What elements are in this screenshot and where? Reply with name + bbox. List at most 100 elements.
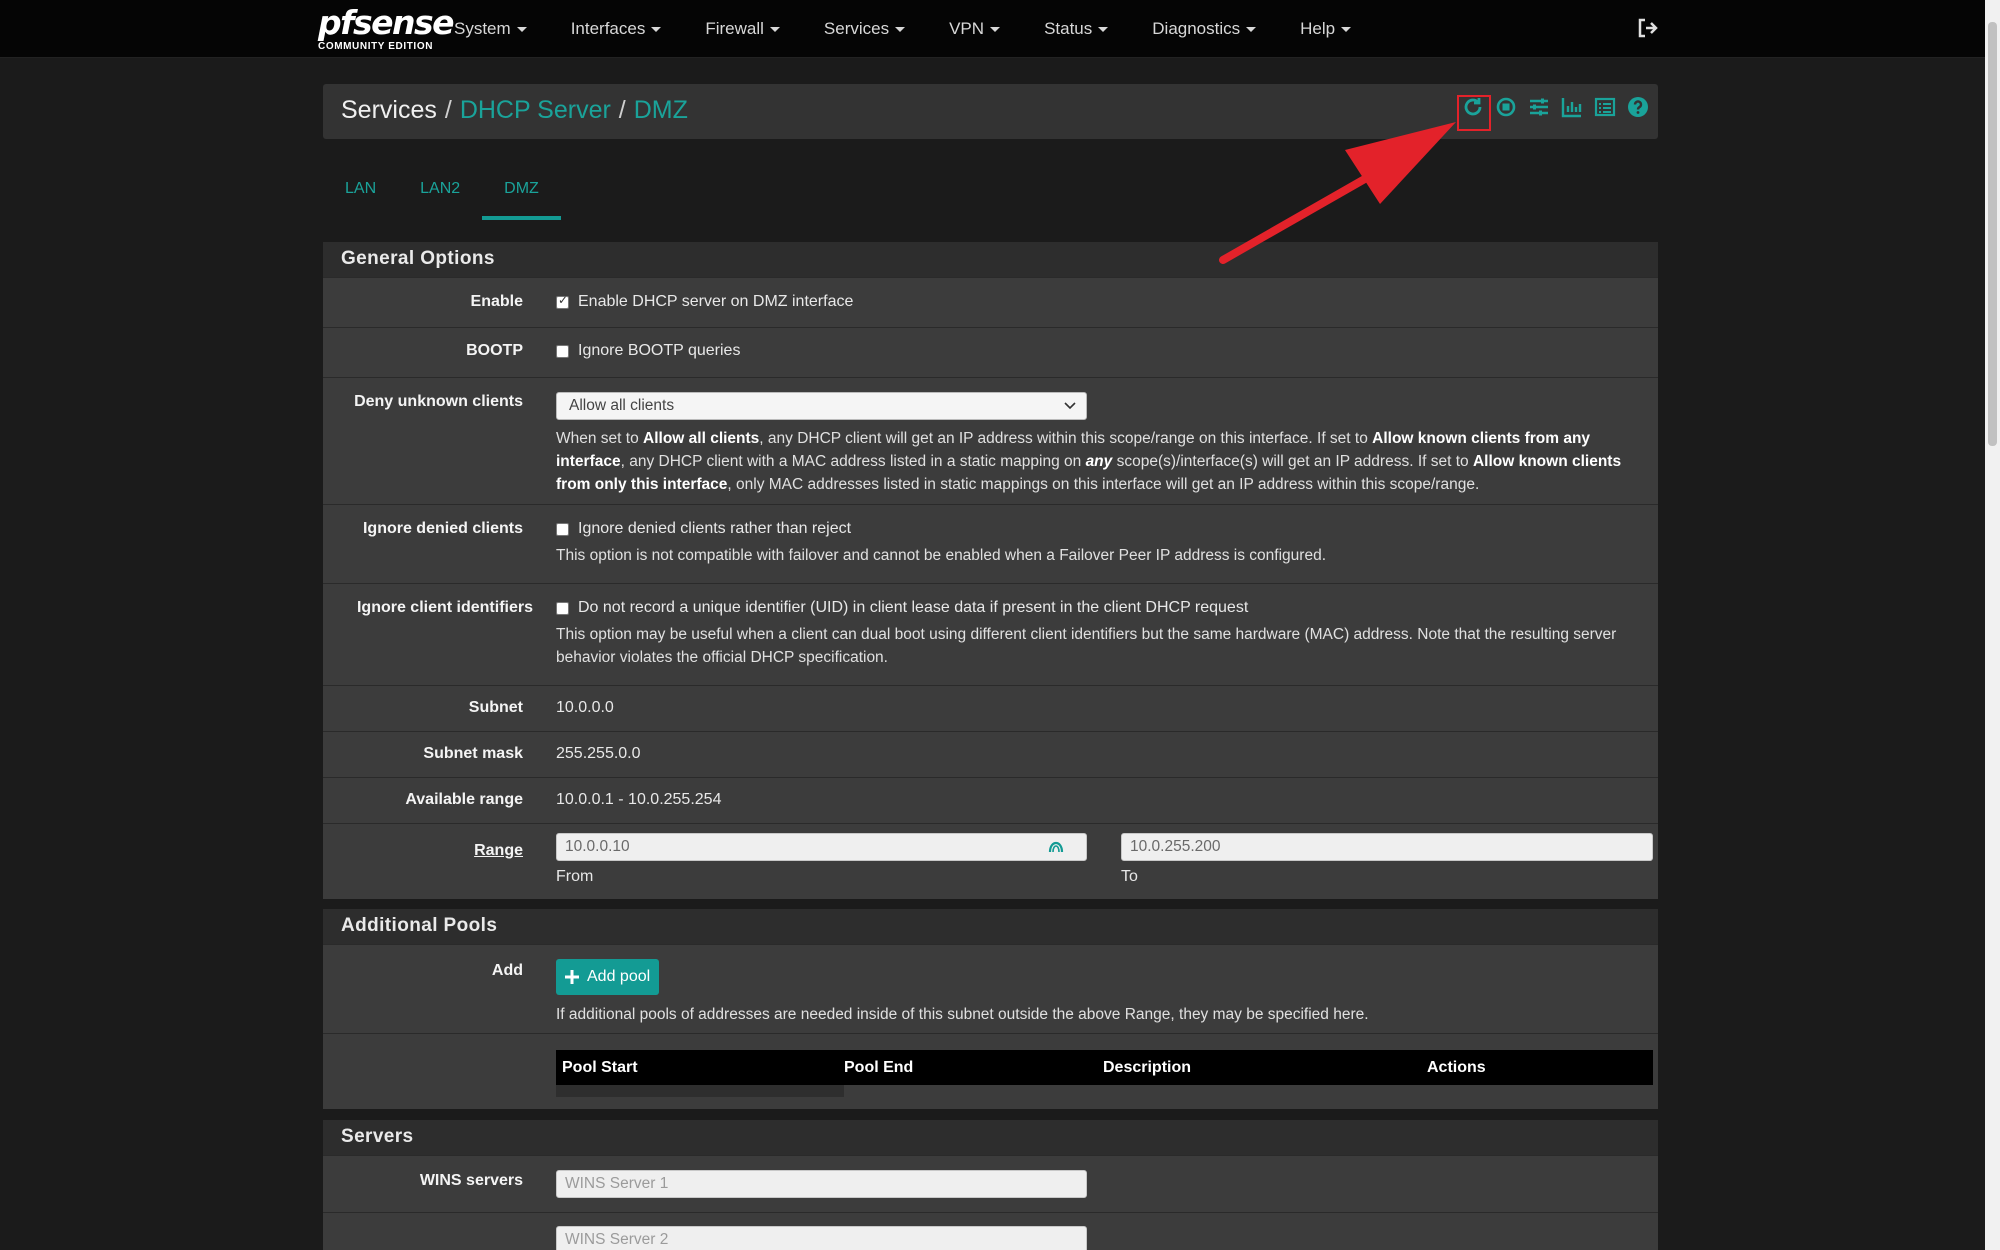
breadcrumb-dhcp-server[interactable]: DHCP Server [460,96,611,125]
sign-out-icon[interactable] [1636,16,1660,40]
sliders-icon[interactable] [1527,95,1551,119]
range-to-input[interactable]: 10.0.255.200 [1121,833,1653,861]
row-wins-2: WINS Server 2 [323,1212,1658,1250]
ignore-denied-checkbox[interactable] [556,522,569,536]
row-ignore-uid: Ignore client identifiers Do not record … [323,583,1658,685]
tab-lan2[interactable]: LAN2 [398,168,482,220]
row-enable: Enable Enable DHCP server on DMZ interfa… [323,277,1658,327]
col-actions: Actions [1427,1058,1486,1076]
enable-checkbox[interactable] [556,293,569,309]
row-pool-table: Pool Start Pool End Description Actions [323,1033,1658,1109]
main-menu: System Interfaces Firewall Services VPN … [454,0,1395,58]
log-list-icon[interactable] [1593,95,1617,119]
ignore-denied-checkbox-text: Ignore denied clients rather than reject [578,520,852,537]
scrollbar-thumb[interactable] [1988,22,1997,446]
pool-table-header: Pool Start Pool End Description Actions [556,1050,1653,1085]
pool-table: Pool Start Pool End Description Actions [556,1050,1653,1097]
wins-server-2-placeholder: WINS Server 2 [565,1231,669,1248]
caret-down-icon [1246,26,1257,32]
chevron-down-icon [1064,402,1076,410]
wins-server-1-input[interactable]: WINS Server 1 [556,1170,1087,1198]
wins1-control: WINS Server 1 [556,1170,1087,1198]
range-to-label: To [1121,868,1138,885]
page-scrollbar[interactable] [1985,0,2000,1250]
caret-down-icon [651,26,662,32]
row-bootp: BOOTP Ignore BOOTP queries [323,327,1658,377]
bootp-checkbox[interactable] [556,344,569,358]
nav-firewall[interactable]: Firewall [705,19,780,39]
deny-unknown-select[interactable]: Allow all clients [556,392,1087,420]
nav-vpn[interactable]: VPN [949,19,1001,39]
breadcrumb-separator: / [618,96,626,124]
deny-unknown-help: When set to Allow all clients, any DHCP … [556,430,1622,493]
tab-lan[interactable]: LAN [323,168,398,220]
bootp-checkbox-group: Ignore BOOTP queries [556,342,740,360]
autofill-key-icon[interactable] [1048,840,1064,854]
bootp-label: BOOTP [466,342,523,359]
deny-unknown-control: Allow all clients When set to Allow all … [556,392,1656,496]
deny-unknown-selected: Allow all clients [569,397,675,414]
breadcrumb: Services / DHCP Server / DMZ [341,96,688,125]
nav-status[interactable]: Status [1044,19,1109,39]
tab-dmz[interactable]: DMZ [482,168,561,220]
general-options-panel: General Options Enable Enable DHCP serve… [323,242,1658,899]
general-options-title: General Options [323,242,1658,277]
stop-icon[interactable] [1494,95,1518,119]
servers-title: Servers [323,1120,1658,1155]
ignore-denied-label: Ignore denied clients [362,520,523,537]
range-from-label: From [556,868,594,885]
caret-down-icon [990,26,1001,32]
available-range-label: Available range [405,791,523,808]
wins-server-2-input[interactable]: WINS Server 2 [556,1226,1087,1250]
nav-interfaces[interactable]: Interfaces [571,19,662,39]
row-range: Range 10.0.0.10 From 10.0.255.200 To [323,823,1658,897]
ignore-uid-label: Ignore client identifiers [356,599,533,616]
servers-panel: Servers WINS servers WINS Server 1 WINS … [323,1120,1658,1250]
caret-down-icon [895,26,906,32]
top-navbar: pfsense COMMUNITY EDITION System Interfa… [0,0,1985,58]
caret-down-icon [516,26,527,32]
caret-down-icon [1098,26,1109,32]
col-pool-start: Pool Start [562,1058,638,1076]
add-pool-label: Add [491,962,523,979]
subnet-mask-value: 255.255.0.0 [556,745,641,762]
pfsense-logo[interactable]: pfsense COMMUNITY EDITION [318,6,455,54]
ignore-denied-help: This option is not compatible with failo… [556,547,1326,564]
ignore-denied-checkbox-group: Ignore denied clients rather than reject [556,520,1646,538]
nav-help[interactable]: Help [1300,19,1352,39]
subnet-mask-label: Subnet mask [423,745,523,762]
range-from-input[interactable]: 10.0.0.10 [556,833,1087,861]
range-label[interactable]: Range [323,842,523,860]
col-description: Description [1103,1058,1192,1076]
nav-system[interactable]: System [454,19,527,39]
col-pool-end: Pool End [844,1058,914,1076]
wins-servers-label: WINS servers [419,1172,523,1189]
range-from-value: 10.0.0.10 [565,838,630,855]
ignore-uid-help: This option may be useful when a client … [556,626,1617,666]
bootp-checkbox-text: Ignore BOOTP queries [578,342,741,359]
nav-diagnostics[interactable]: Diagnostics [1152,19,1257,39]
range-to-value: 10.0.255.200 [1130,838,1221,855]
row-wins-1: WINS servers WINS Server 1 [323,1155,1658,1212]
help-icon[interactable] [1626,95,1650,119]
additional-pools-title: Additional Pools [323,909,1658,944]
subnet-label: Subnet [468,699,523,716]
range-from-control: 10.0.0.10 From [556,833,1087,886]
ignore-uid-checkbox-text: Do not record a unique identifier (UID) … [578,599,1249,616]
logo-edition: COMMUNITY EDITION [318,41,434,52]
caret-down-icon [769,26,780,32]
wins-server-1-placeholder: WINS Server 1 [565,1175,669,1192]
enable-label: Enable [470,293,523,310]
add-pool-button[interactable]: Add pool [556,959,659,995]
breadcrumb-separator: / [444,96,452,124]
additional-pools-panel: Additional Pools Add Add pool If additio… [323,909,1658,1109]
bar-chart-icon[interactable] [1560,95,1584,119]
ignore-uid-control: Do not record a unique identifier (UID) … [556,599,1646,669]
ignore-uid-checkbox-group: Do not record a unique identifier (UID) … [556,599,1646,617]
ignore-uid-checkbox[interactable] [556,601,569,615]
row-deny-unknown: Deny unknown clients Allow all clients W… [323,377,1658,504]
interface-tabs: LAN LAN2 DMZ [323,168,561,220]
annotation-highlight-box [1457,95,1491,131]
nav-services[interactable]: Services [824,19,906,39]
breadcrumb-dmz[interactable]: DMZ [634,96,688,125]
